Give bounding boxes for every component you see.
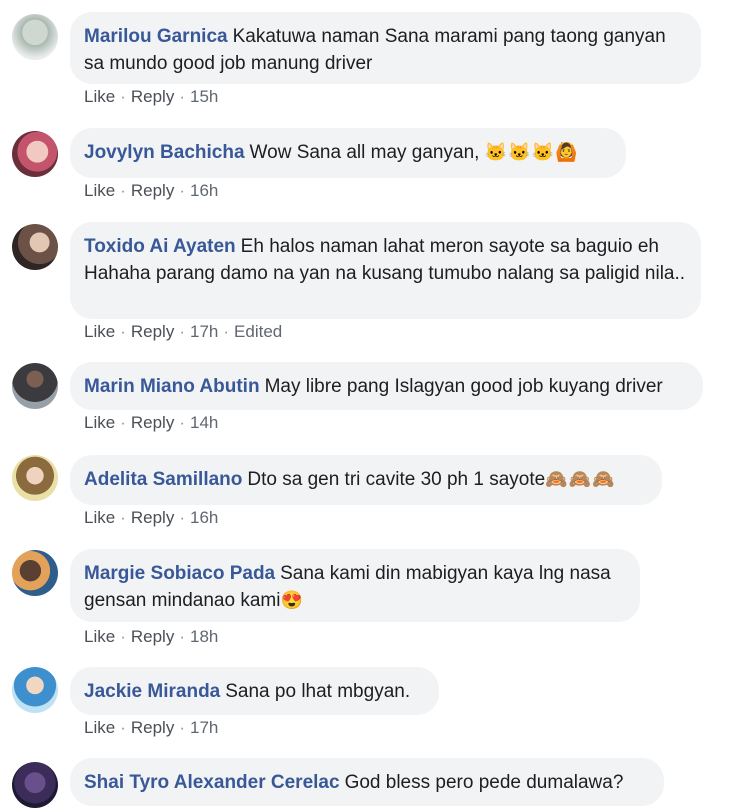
comment-actions: Like · Reply · 15h xyxy=(84,87,219,106)
avatar[interactable] xyxy=(12,762,58,808)
comment-bubble: Shai Tyro Alexander Cerelac God bless per… xyxy=(70,758,664,806)
reply-link[interactable]: Reply xyxy=(131,87,174,106)
comment-bubble: Adelita Samillano Dto sa gen tri cavite 3… xyxy=(70,455,662,505)
reply-link[interactable]: Reply xyxy=(131,181,174,200)
comment-bubble: Toxido Ai Ayaten Eh halos naman lahat mer… xyxy=(70,222,701,319)
reply-link[interactable]: Reply xyxy=(131,627,174,646)
timestamp[interactable]: 15h xyxy=(190,87,218,106)
emoji: 🙈🙈🙈 xyxy=(545,469,616,489)
comment-text: Wow Sana all may ganyan, xyxy=(249,142,480,163)
avatar[interactable] xyxy=(12,667,58,713)
comment-author-link[interactable]: Jackie Miranda xyxy=(84,681,220,702)
comment-author-link[interactable]: Jovylyn Bachicha xyxy=(84,142,245,163)
like-link[interactable]: Like xyxy=(84,508,115,527)
timestamp[interactable]: 16h xyxy=(190,181,218,200)
comment-actions: Like · Reply · 18h xyxy=(84,627,219,646)
comment-text: May libre pang Islagyan good job kuyang … xyxy=(264,376,663,397)
timestamp[interactable]: 16h xyxy=(190,508,218,527)
comment-author-link[interactable]: Adelita Samillano xyxy=(84,469,242,490)
timestamp[interactable]: 18h xyxy=(190,627,218,646)
emoji: 😍 xyxy=(280,590,304,610)
reply-link[interactable]: Reply xyxy=(131,413,174,432)
like-link[interactable]: Like xyxy=(84,718,115,737)
comment-author-link[interactable]: Margie Sobiaco Pada xyxy=(84,563,275,584)
avatar[interactable] xyxy=(12,224,58,270)
comment-actions: Like · Reply · 16h xyxy=(84,181,219,200)
comment-bubble: Margie Sobiaco Pada Sana kami din mabigya… xyxy=(70,549,640,622)
comment-actions: Like · Reply · 17h · Edited xyxy=(84,322,283,341)
comment-actions: Like · Reply · 16h xyxy=(84,508,219,527)
timestamp[interactable]: 17h xyxy=(190,718,218,737)
comment-author-link[interactable]: Toxido Ai Ayaten xyxy=(84,236,236,257)
comment-actions: Like · Reply · 14h xyxy=(84,413,219,432)
reply-link[interactable]: Reply xyxy=(131,322,174,341)
emoji: 🐱🐱🐱🙆 xyxy=(484,142,579,162)
like-link[interactable]: Like xyxy=(84,627,115,646)
comment-text: God bless pero pede dumalawa? xyxy=(344,772,624,793)
comment-bubble: Marilou Garnica Kakatuwa naman Sana maram… xyxy=(70,12,701,84)
reply-link[interactable]: Reply xyxy=(131,508,174,527)
comment-author-link[interactable]: Marilou Garnica xyxy=(84,26,228,47)
timestamp[interactable]: 14h xyxy=(190,413,218,432)
edited-label[interactable]: Edited xyxy=(234,322,282,341)
reply-link[interactable]: Reply xyxy=(131,718,174,737)
comment-bubble: Jovylyn Bachicha Wow Sana all may ganyan,… xyxy=(70,128,626,178)
avatar[interactable] xyxy=(12,14,58,60)
comment-author-link[interactable]: Shai Tyro Alexander Cerelac xyxy=(84,772,340,793)
comment-text: Sana po lhat mbgyan. xyxy=(225,681,411,702)
avatar[interactable] xyxy=(12,455,58,501)
comment-author-link[interactable]: Marin Miano Abutin xyxy=(84,376,260,397)
avatar[interactable] xyxy=(12,550,58,596)
timestamp[interactable]: 17h xyxy=(190,322,218,341)
like-link[interactable]: Like xyxy=(84,181,115,200)
like-link[interactable]: Like xyxy=(84,87,115,106)
like-link[interactable]: Like xyxy=(84,413,115,432)
like-link[interactable]: Like xyxy=(84,322,115,341)
comment-bubble: Marin Miano Abutin May libre pang Islagya… xyxy=(70,362,703,410)
comment-bubble: Jackie Miranda Sana po lhat mbgyan. xyxy=(70,667,439,715)
comment-actions: Like · Reply · 17h xyxy=(84,718,219,737)
comment-text: Dto sa gen tri cavite 30 ph 1 sayote xyxy=(247,469,546,490)
avatar[interactable] xyxy=(12,131,58,177)
avatar[interactable] xyxy=(12,363,58,409)
